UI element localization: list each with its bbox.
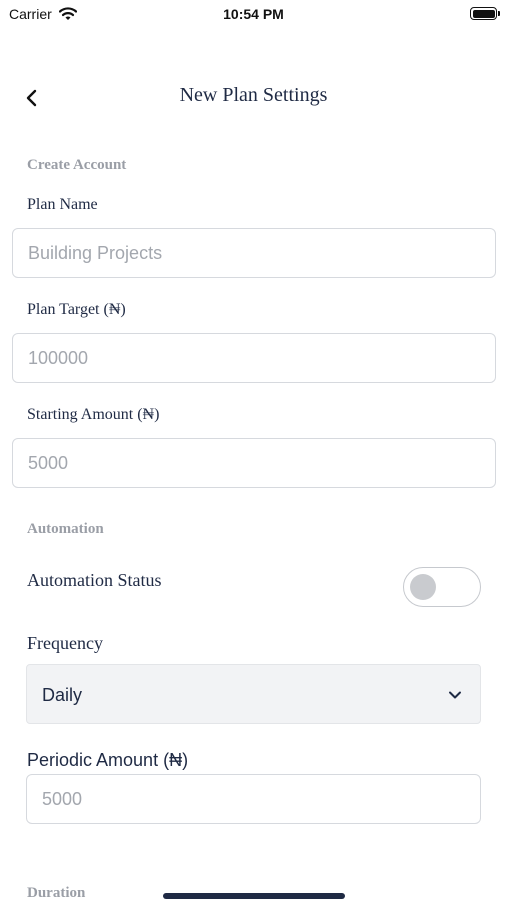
plan-name-label: Plan Name	[27, 196, 98, 213]
section-title-create-account: Create Account	[27, 157, 127, 173]
home-indicator	[163, 893, 345, 899]
starting-amount-input[interactable]	[12, 438, 496, 488]
page-title: New Plan Settings	[179, 84, 328, 106]
chevron-down-icon	[449, 691, 461, 699]
frequency-selected-value: Daily	[42, 685, 83, 705]
plan-target-input[interactable]	[12, 333, 496, 383]
section-title-duration: Duration	[27, 885, 86, 900]
periodic-amount-label: Periodic Amount (₦)	[27, 750, 189, 770]
nav-header: New Plan Settings	[0, 72, 507, 120]
frequency-select[interactable]: Daily	[26, 664, 481, 724]
automation-status-label: Automation Status	[27, 570, 162, 590]
plan-name-input[interactable]	[12, 228, 496, 278]
starting-amount-label: Starting Amount (₦)	[27, 406, 160, 423]
automation-status-toggle[interactable]	[403, 567, 481, 607]
status-time: 10:54 PM	[223, 6, 284, 22]
frequency-label: Frequency	[27, 633, 103, 653]
plan-target-label: Plan Target (₦)	[27, 301, 126, 318]
toggle-knob	[410, 574, 436, 600]
battery-icon	[470, 7, 500, 20]
section-title-automation: Automation	[27, 521, 104, 537]
status-bar: Carrier 10:54 PM	[0, 0, 507, 30]
periodic-amount-input[interactable]	[26, 774, 481, 824]
